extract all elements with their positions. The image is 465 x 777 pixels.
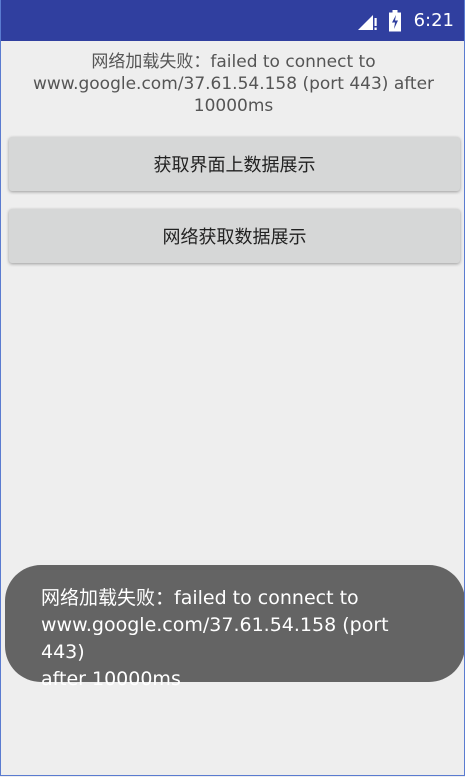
error-message-line: 10000ms: [193, 96, 274, 116]
load-network-data-button[interactable]: 网络获取数据展示: [9, 209, 460, 263]
status-icons: 6:21: [356, 0, 454, 41]
battery-icon: [388, 9, 402, 32]
error-message-line: www.google.com/37.61.54.158 (port 443) a…: [32, 74, 435, 94]
status-bar: 6:21: [1, 0, 464, 41]
toast-line: after 10000ms: [41, 668, 181, 690]
error-message-line: 网络加载失败：failed to connect to: [91, 52, 376, 72]
app-screen: 6:21 网络加载失败：failed to connect to www.goo…: [0, 0, 465, 776]
error-message: 网络加载失败：failed to connect to www.google.c…: [11, 51, 456, 117]
status-clock: 6:21: [413, 10, 454, 31]
toast-message: 网络加载失败：failed to connect to www.google.c…: [5, 565, 464, 690]
load-local-data-button[interactable]: 获取界面上数据展示: [9, 137, 460, 191]
toast-line: www.google.com/37.61.54.158 (port 443): [41, 614, 389, 663]
signal-icon: [356, 11, 378, 31]
toast-line: 网络加载失败：failed to connect to: [41, 587, 359, 609]
